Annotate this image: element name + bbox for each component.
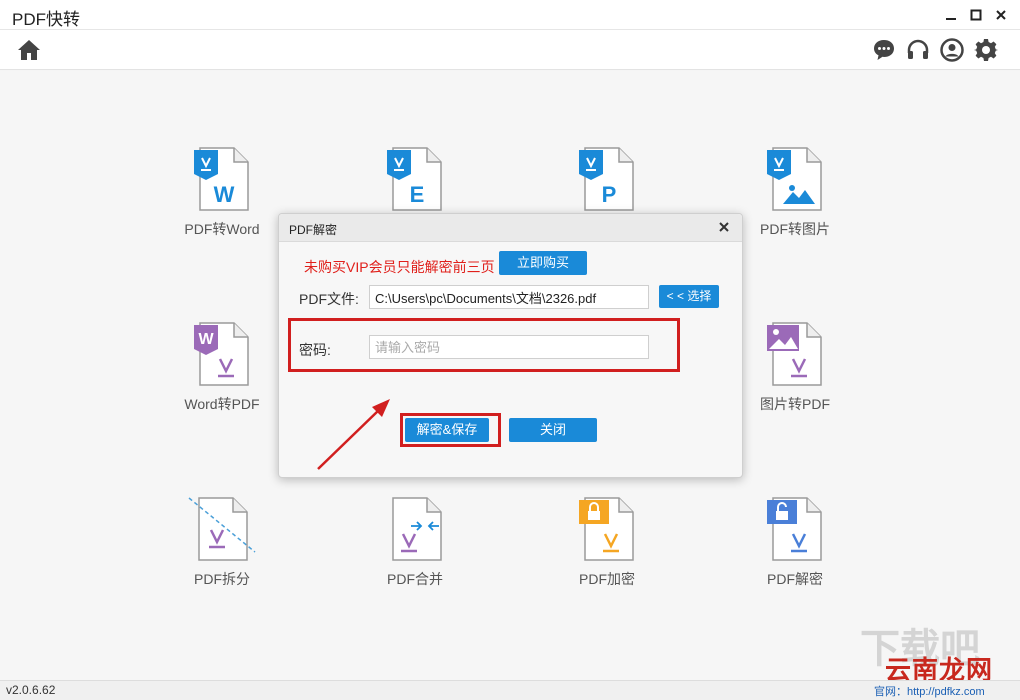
tool-label: PDF转图片	[760, 221, 830, 237]
svg-text:W: W	[214, 182, 235, 207]
password-highlight-box	[288, 318, 680, 372]
tool-pdf-merge[interactable]: PDF合并	[360, 496, 470, 606]
svg-text:E: E	[410, 182, 425, 207]
pdf-decrypt-icon	[767, 497, 822, 561]
svg-text:P: P	[602, 182, 617, 207]
tool-word-to-pdf[interactable]: W Word转PDF	[167, 321, 277, 431]
tool-label: PDF合并	[387, 571, 443, 587]
headset-icon[interactable]	[905, 37, 931, 63]
annotation-arrow-icon	[317, 399, 390, 470]
maximize-icon[interactable]	[965, 4, 987, 26]
tool-label: PDF转Word	[184, 221, 260, 237]
tool-label: 图片转PDF	[760, 396, 830, 412]
buy-now-button[interactable]: 立即购买	[499, 251, 587, 275]
tool-pdf-to-image[interactable]: PDF转图片	[740, 146, 850, 256]
dialog-title: PDF解密	[289, 223, 338, 237]
svg-text:W: W	[198, 331, 214, 348]
vip-warning: 未购买VIP会员只能解密前三页	[304, 259, 495, 275]
tool-label: PDF拆分	[194, 571, 250, 587]
toolbar	[0, 30, 1020, 70]
dialog-close-icon[interactable]	[716, 219, 732, 235]
pdf-to-image-icon	[767, 147, 822, 211]
home-icon[interactable]	[16, 37, 42, 63]
pdf-merge-icon	[392, 497, 442, 561]
minimize-icon[interactable]	[940, 4, 962, 26]
pdf-to-word-icon: W	[194, 147, 249, 211]
pdf-to-ppt-icon: P	[579, 147, 634, 211]
tool-pdf-to-word[interactable]: W PDF转Word	[167, 146, 277, 256]
pdf-split-icon	[188, 497, 256, 561]
decrypt-highlight-box	[400, 413, 501, 447]
tool-pdf-encrypt[interactable]: PDF加密	[552, 496, 662, 606]
image-to-pdf-icon	[767, 322, 822, 386]
tool-label: Word转PDF	[184, 396, 260, 412]
tool-image-to-pdf[interactable]: 图片转PDF	[740, 321, 850, 431]
close-button[interactable]: 关闭	[509, 418, 597, 442]
status-bar: v2.0.6.62 官网：http://pdfkz.com	[0, 680, 1020, 700]
tool-pdf-split[interactable]: PDF拆分	[167, 496, 277, 606]
word-to-pdf-icon: W	[194, 322, 249, 386]
tool-pdf-decrypt[interactable]: PDF解密	[740, 496, 850, 606]
dialog-title-bar: PDF解密	[279, 214, 742, 242]
gear-icon[interactable]	[973, 37, 999, 63]
close-icon[interactable]	[990, 4, 1012, 26]
tool-label: PDF解密	[767, 571, 823, 587]
app-title: PDF快转	[12, 10, 80, 29]
version-label: v2.0.6.62	[6, 683, 56, 697]
chat-icon[interactable]	[871, 37, 897, 63]
file-path-input[interactable]	[369, 285, 649, 309]
pdf-encrypt-icon	[579, 497, 634, 561]
pdf-to-excel-icon: E	[387, 147, 442, 211]
user-icon[interactable]	[939, 37, 965, 63]
choose-file-button[interactable]: < < 选择	[659, 285, 719, 308]
title-bar: PDF快转	[0, 0, 1020, 30]
website-link[interactable]: 官网：http://pdfkz.com	[874, 683, 985, 699]
file-label: PDF文件:	[299, 291, 359, 307]
tool-label: PDF加密	[579, 571, 635, 587]
